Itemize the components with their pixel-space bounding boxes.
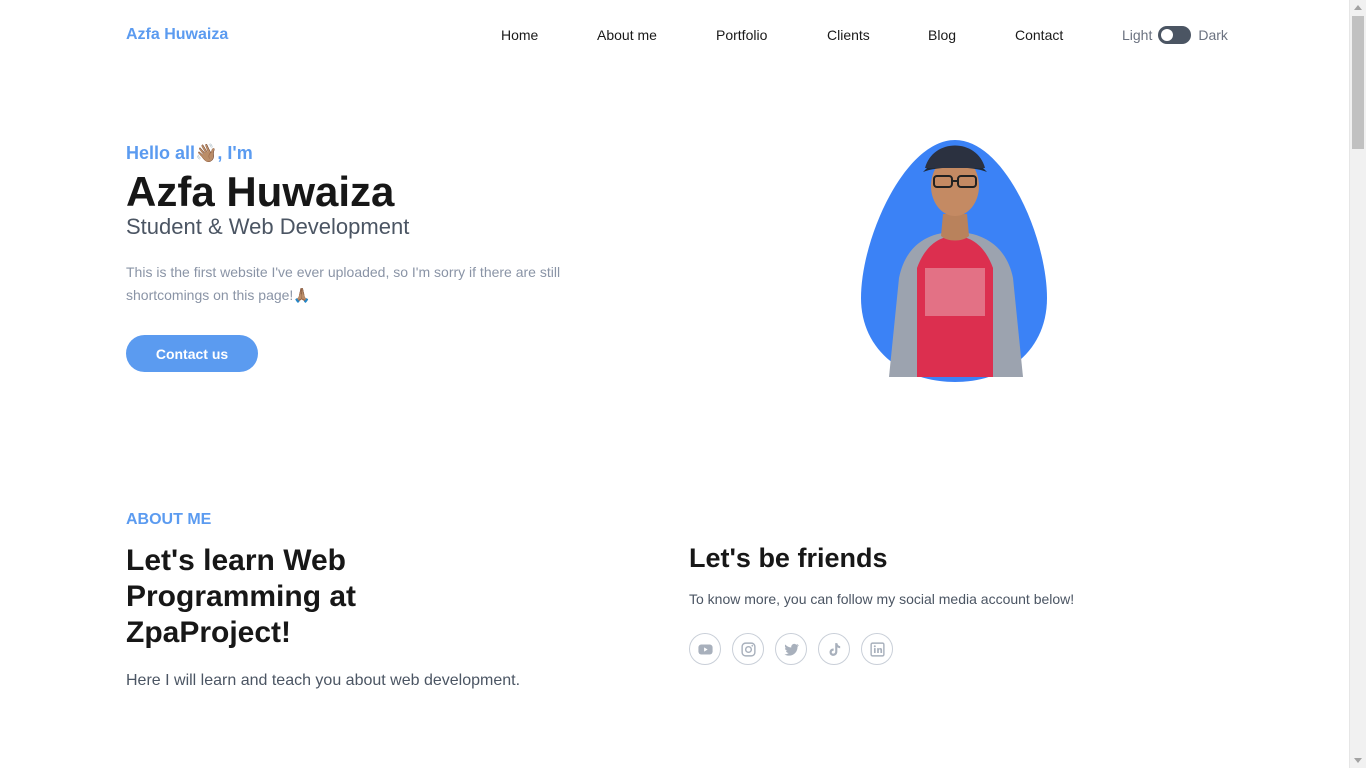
scrollbar-thumb[interactable]	[1352, 16, 1364, 149]
photo-shirt-print	[925, 268, 985, 316]
tiktok-icon	[829, 642, 840, 656]
theme-switch-knob	[1161, 29, 1174, 41]
social-links	[689, 633, 904, 665]
friends-text: To know more, you can follow my social m…	[689, 591, 1075, 607]
hero-greeting: Hello all👋🏽, I'm	[126, 143, 253, 163]
social-twitter[interactable]	[775, 633, 807, 665]
instagram-icon	[740, 641, 756, 657]
hero-name: Azfa Huwaiza	[126, 168, 395, 215]
social-instagram[interactable]	[732, 633, 764, 665]
social-tiktok[interactable]	[818, 633, 850, 665]
brand-logo[interactable]: Azfa Huwaiza	[126, 26, 228, 44]
hero-description: This is the first website I've ever uplo…	[126, 264, 561, 303]
nav-portfolio[interactable]: Portfolio	[716, 27, 767, 43]
about-text: Here I will learn and teach you about we…	[126, 672, 521, 689]
theme-dark-label: Dark	[1198, 27, 1228, 43]
nav-about[interactable]: About me	[597, 27, 657, 43]
youtube-icon	[697, 644, 713, 654]
twitter-icon	[783, 643, 799, 656]
nav-clients[interactable]: Clients	[827, 27, 870, 43]
theme-switch[interactable]	[1158, 26, 1192, 44]
nav-home[interactable]: Home	[501, 27, 538, 43]
nav-contact[interactable]: Contact	[1015, 27, 1063, 43]
theme-light-label: Light	[1122, 27, 1153, 43]
social-linkedin[interactable]	[861, 633, 893, 665]
profile-photo	[861, 140, 1047, 382]
scroll-down-arrow-icon[interactable]	[1354, 758, 1362, 763]
hero-role: Student & Web Development	[126, 214, 410, 239]
about-title: Let's learn Web Programming at ZpaProjec…	[126, 544, 357, 649]
about-section-label: ABOUT ME	[126, 511, 212, 528]
social-youtube[interactable]	[689, 633, 721, 665]
contact-us-button[interactable]: Contact us	[126, 335, 258, 372]
nav-blog[interactable]: Blog	[928, 27, 956, 43]
friends-title: Let's be friends	[689, 543, 888, 573]
theme-toggle: Light Dark	[1122, 26, 1228, 44]
linkedin-icon	[869, 641, 885, 657]
scroll-up-arrow-icon[interactable]	[1354, 5, 1362, 10]
navbar: Azfa Huwaiza Home About me Portfolio Cli…	[0, 0, 1349, 70]
page-scrollbar[interactable]	[1349, 0, 1366, 768]
